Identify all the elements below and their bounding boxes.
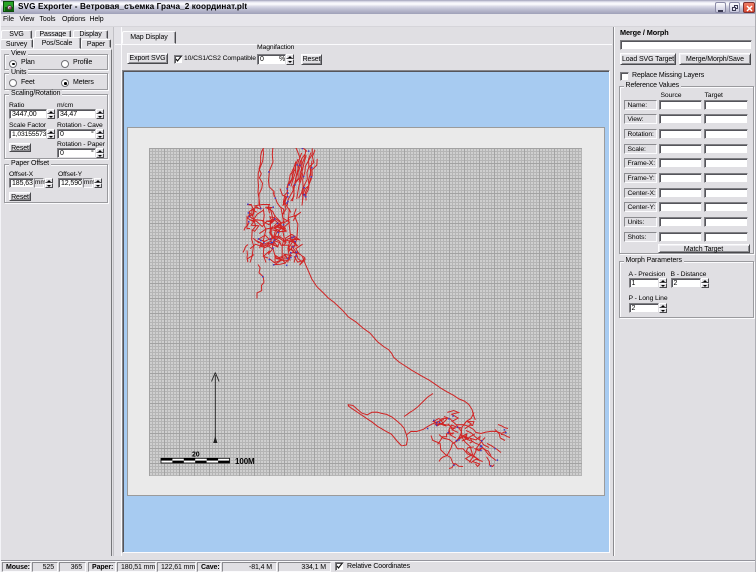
svg-text:20: 20 <box>192 451 200 458</box>
svg-text:100M: 100M <box>235 457 255 466</box>
